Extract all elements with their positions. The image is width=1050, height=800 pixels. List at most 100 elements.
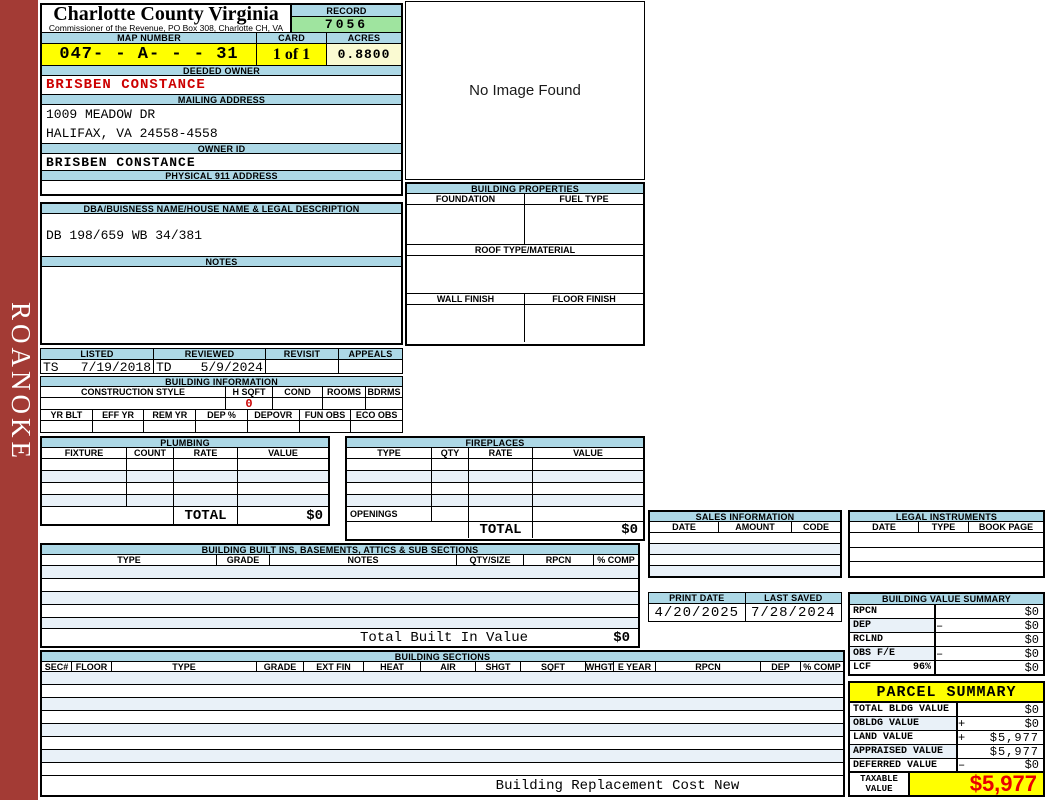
- table-row: [42, 750, 843, 763]
- col-amount: AMOUNT: [719, 522, 792, 532]
- col-shgt: SHGT: [476, 662, 521, 672]
- table-row: [347, 471, 643, 483]
- reviewed-code: TD: [156, 360, 172, 375]
- revisit-value: [266, 360, 339, 373]
- col-code: CODE: [802, 522, 829, 532]
- review-box: LISTED REVIEWED REVISIT APPEALS TS 7/19/2…: [40, 348, 403, 375]
- building-info-box: BUILDING INFORMATION CONSTRUCTION STYLE …: [40, 376, 403, 433]
- col-air: AIR: [421, 662, 476, 672]
- fireplaces-total-value: $0: [621, 522, 638, 538]
- bvs-value: $0: [1024, 646, 1039, 661]
- empty-cell: [41, 421, 93, 432]
- legal-instruments-box: LEGAL INSTRUMENTS DATE TYPE BOOK PAGE: [848, 510, 1045, 578]
- col-dep-pct: DEP %: [196, 410, 248, 420]
- parcel-value: $0: [1024, 716, 1039, 731]
- card-value: 1 of 1: [257, 44, 327, 65]
- reviewed-date: 5/9/2024: [200, 360, 263, 375]
- mailing-line1: 1009 MEADOW DR: [46, 107, 156, 122]
- construction-style-value: [41, 398, 226, 409]
- sales-title: SALES INFORMATION: [650, 512, 840, 522]
- last-saved-label: LAST SAVED: [745, 593, 841, 604]
- sales-box: SALES INFORMATION DATE AMOUNT CODE: [648, 510, 842, 578]
- col-eco-obs: ECO OBS: [355, 410, 398, 420]
- empty-cell: [144, 421, 197, 432]
- deeded-owner-value: BRISBEN CONSTANCE: [42, 76, 401, 95]
- empty-cell: [93, 421, 145, 432]
- table-row: [347, 459, 643, 471]
- bvs-label: RCLND: [853, 634, 884, 645]
- col-wall-finish: WALL FINISH: [407, 294, 525, 304]
- building-sections-footer: Building Replacement Cost New: [42, 776, 843, 795]
- empty-cell: [300, 421, 352, 432]
- col-ext-fin: EXT FIN: [304, 662, 364, 672]
- fireplaces-total-row: TOTAL $0: [347, 522, 643, 538]
- bvs-label: RPCN: [853, 606, 878, 617]
- col-sec: SEC#: [42, 662, 72, 672]
- table-row: [42, 495, 328, 507]
- table-row: [850, 548, 1043, 562]
- col-comp: % COMP: [803, 661, 841, 672]
- built-ins-title: BUILDING BUILT INS, BASEMENTS, ATTICS & …: [42, 545, 638, 555]
- bvs-pct: 96%: [912, 662, 931, 673]
- col-qty: QTY: [432, 448, 469, 458]
- col-grade: GRADE: [217, 555, 270, 565]
- table-row: [650, 544, 840, 555]
- col-floor-finish: FLOOR FINISH: [552, 294, 616, 304]
- parcel-row-appraised: APPRAISED VALUE $5,977: [850, 745, 1043, 759]
- bvs-label: LCF: [853, 662, 872, 673]
- table-row: [42, 471, 328, 483]
- col-floor: FLOOR: [72, 662, 112, 672]
- bvs-label: OBS F/E: [853, 648, 896, 659]
- parcel-row-land: LAND VALUE + $5,977: [850, 731, 1043, 745]
- bvs-title: BUILDING VALUE SUMMARY: [850, 594, 1043, 605]
- image-panel: No Image Found: [405, 1, 645, 180]
- table-row: [42, 698, 843, 711]
- table-row: [42, 566, 638, 579]
- table-row: [650, 566, 840, 576]
- built-ins-total-row: Total Built In Value $0: [42, 629, 638, 646]
- physical-address-label: PHYSICAL 911 ADDRESS: [42, 171, 401, 181]
- col-rpcn: RPCN: [656, 662, 761, 672]
- col-grade: GRADE: [257, 662, 304, 672]
- record-label: RECORD: [292, 5, 401, 17]
- bvs-row-dep: DEP – $0: [850, 619, 1043, 633]
- parcel-value: $0: [1024, 702, 1039, 717]
- listed-label: LISTED: [41, 349, 154, 360]
- plumbing-total-label: TOTAL: [174, 507, 238, 524]
- office-line: Commissioner of the Revenue, PO Box 308,…: [48, 23, 284, 33]
- appeals-label: APPEALS: [339, 349, 402, 360]
- parcel-op: +: [958, 730, 966, 745]
- property-record-card: ROANOKE Charlotte County Virginia Commis…: [0, 0, 1050, 800]
- roof-value: [407, 256, 643, 294]
- replacement-cost-label: Building Replacement Cost New: [495, 777, 740, 794]
- col-rate: RATE: [469, 448, 533, 458]
- empty-cell: [196, 421, 248, 432]
- physical-address-value: [42, 181, 401, 195]
- col-construction-style: CONSTRUCTION STYLE: [41, 387, 226, 397]
- bdrms-value: [366, 398, 402, 409]
- record-value: 7056: [292, 17, 401, 32]
- col-count: COUNT: [127, 448, 174, 458]
- building-sections-box: BUILDING SECTIONS SEC# FLOOR TYPE GRADE …: [40, 650, 845, 797]
- foundation-fuel-values: [407, 205, 643, 245]
- owner-id-value: BRISBEN CONSTANCE: [42, 154, 401, 171]
- table-row: [347, 483, 643, 495]
- parcel-label: DEFERRED VALUE: [850, 759, 958, 771]
- county-title: Charlotte County Virginia: [53, 3, 279, 25]
- table-row: [650, 555, 840, 566]
- parcel-row-obldg: OBLDG VALUE + $0: [850, 717, 1043, 731]
- parcel-label: APPRAISED VALUE: [850, 745, 958, 758]
- card-label: CARD: [257, 33, 327, 43]
- legal-description: DB 198/659 WB 34/381: [42, 214, 401, 257]
- map-number-label: MAP NUMBER: [42, 33, 257, 43]
- no-image-placeholder: No Image Found: [469, 82, 581, 99]
- col-type: TYPE: [919, 522, 969, 532]
- built-ins-total-value: $0: [613, 629, 630, 646]
- reviewed-value: TD 5/9/2024: [154, 360, 266, 375]
- col-notes: NOTES: [270, 555, 457, 565]
- fireplaces-title: FIREPLACES: [347, 438, 643, 448]
- dba-label: DBA/BUISNESS NAME/HOUSE NAME & LEGAL DES…: [42, 204, 401, 214]
- col-rem-yr: REM YR: [144, 410, 197, 420]
- col-hsqft: H SQFT: [226, 387, 273, 397]
- col-value: VALUE: [573, 448, 603, 458]
